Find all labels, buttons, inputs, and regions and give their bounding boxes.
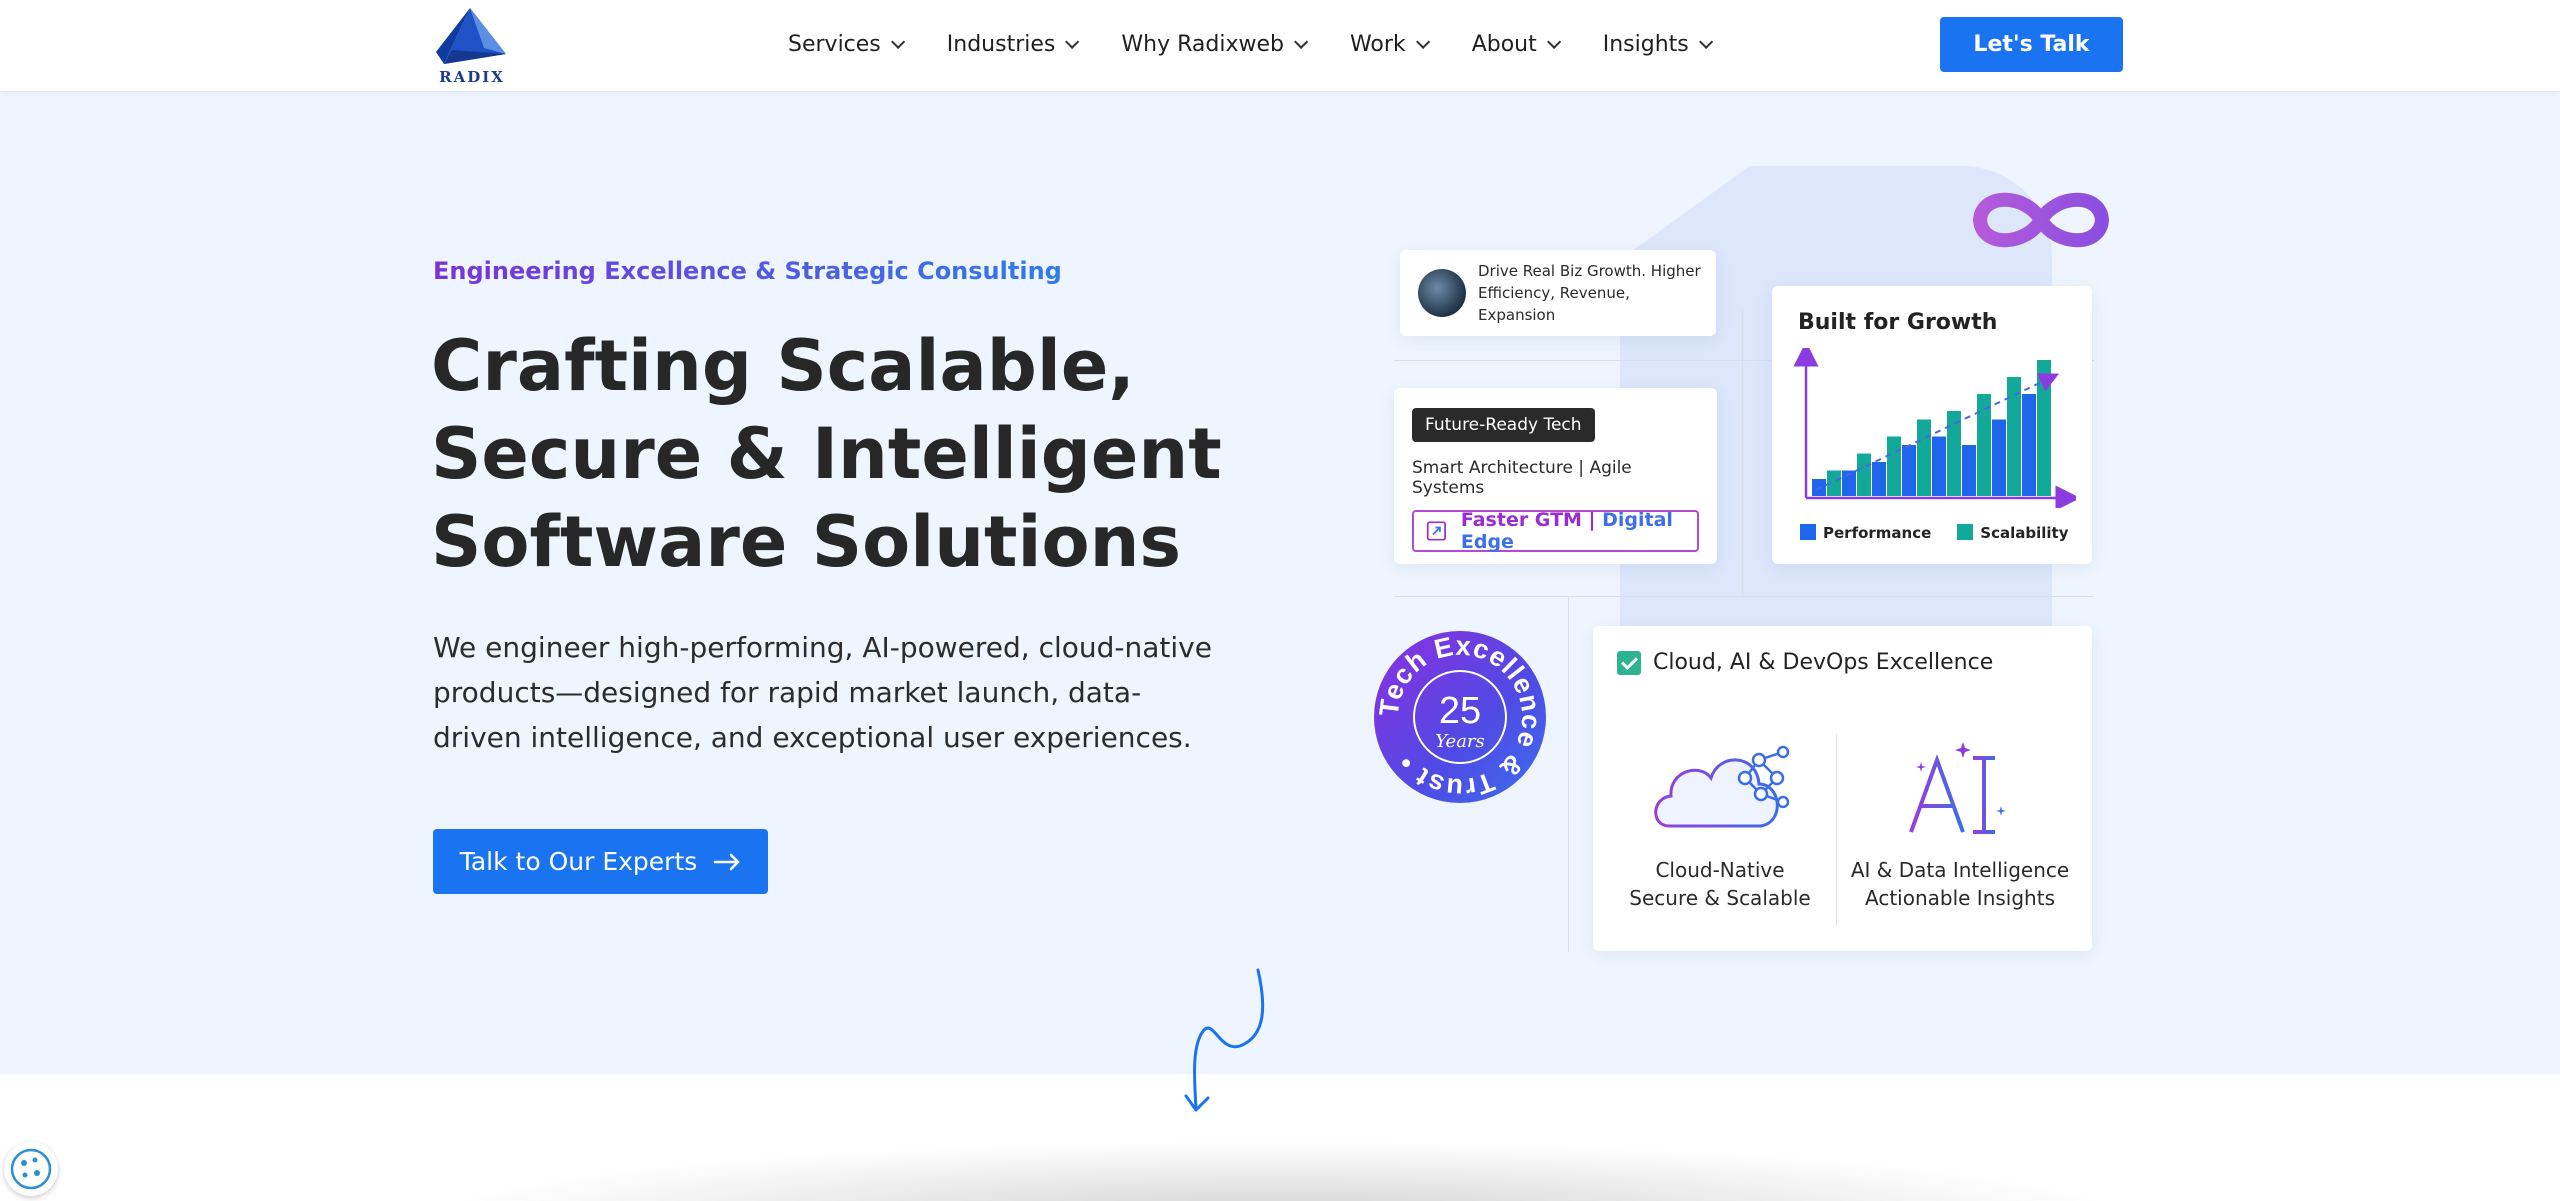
cloud-card-title: Cloud, AI & DevOps Excellence [1653,650,1994,675]
hero-section: Engineering Excellence & Strategic Consu… [0,92,2560,1074]
chevron-down-icon [1546,34,1561,49]
chevron-down-icon [1294,34,1309,49]
chevron-down-icon [1415,34,1430,49]
built-for-growth-card: Built for Growth Performance Scalability [1772,286,2092,564]
bar-scalability-7 [2007,377,2021,496]
cloud-network-icon [1654,745,1790,828]
cloud-native-feature: Cloud-Native Secure & Scalable [1605,856,1835,912]
cloud-native-title: Cloud-Native [1655,858,1785,882]
nav-insights[interactable]: Insights [1602,31,1713,57]
nav-work[interactable]: Work [1349,31,1430,57]
nav-insights-label: Insights [1602,31,1689,57]
pyramid-logo-icon [436,8,506,64]
main-menu: Services Industries Why Radixweb Work Ab… [788,0,1755,88]
grid-divider [1742,310,1743,596]
nav-why-label: Why Radixweb [1121,31,1284,57]
cookie-icon [10,1148,52,1190]
chevron-down-icon [1698,34,1713,49]
scroll-down-arrow-icon [1184,968,1265,1112]
top-navigation: RADIX Services Industries Why Radixweb W… [0,0,2560,92]
faster-gtm-button[interactable]: Faster GTM | Digital Edge [1412,509,1699,553]
bar-performance-5 [1932,436,1946,496]
growth-note-card: Drive Real Biz Growth. Higher Efficiency… [1400,250,1716,336]
cloud-native-subtitle: Secure & Scalable [1629,886,1811,910]
cloud-card-header: Cloud, AI & DevOps Excellence [1617,650,1993,675]
25-years-badge: Tech Excellence & Trust • 25 Years [1374,631,1546,803]
future-tech-pill: Future-Ready Tech [1412,408,1595,442]
grid-divider [1394,596,2094,597]
bar-scalability-3 [1887,436,1901,496]
badge-unit: Years [1435,731,1485,752]
ai-data-subtitle: Actionable Insights [1865,886,2055,910]
legend-performance: Performance [1800,524,1931,542]
headline-line-2: Secure & Intelligent [431,413,1222,495]
cookie-settings-button[interactable] [4,1142,58,1196]
badge-ring: Tech Excellence & Trust • 25 Years [1374,631,1546,804]
infinity-icon [1972,192,2110,248]
bar-scalability-6 [1977,394,1991,496]
avatar [1418,269,1466,317]
arrow-right-icon [713,853,740,870]
bar-performance-6 [1962,445,1976,496]
grid-divider [1568,596,1569,952]
ai-icon [1909,742,2006,834]
talk-to-experts-label: Talk to Our Experts [459,847,698,876]
chart-title: Built for Growth [1798,310,1998,335]
next-section-shadow [420,1140,2140,1201]
nav-work-label: Work [1349,31,1406,57]
external-link-icon [1426,521,1446,541]
future-tech-card: Future-Ready Tech Smart Architecture | A… [1394,388,1717,564]
feature-divider [1836,734,1837,926]
nav-services[interactable]: Services [788,31,905,57]
growth-bar-chart [1793,348,2076,508]
talk-to-experts-button[interactable]: Talk to Our Experts [433,829,768,894]
bar-scalability-8 [2037,360,2051,496]
bar-scalability-5 [1947,411,1961,496]
cloud-ai-devops-card: Cloud, AI & DevOps Excellence Cloud-Nati… [1593,626,2092,951]
architecture-line: Smart Architecture | Agile Systems [1412,458,1632,498]
ai-data-title: AI & Data Intelligence [1850,858,2070,882]
bar-performance-8 [2022,394,2036,496]
bar-performance-3 [1872,462,1886,496]
legend-performance-label: Performance [1823,524,1932,542]
nav-services-label: Services [788,31,881,57]
bar-scalability-4 [1917,419,1931,496]
radix-logo[interactable]: RADIX [432,6,512,86]
nav-why-radixweb[interactable]: Why Radixweb [1121,31,1309,57]
nav-about[interactable]: About [1471,31,1561,57]
badge-number: 25 [1439,690,1481,732]
growth-note-text: Drive Real Biz Growth. Higher Efficiency… [1478,262,1701,324]
legend-scalability-label: Scalability [1980,524,2069,542]
logo-wordmark: RADIX [439,68,505,86]
chevron-down-icon [890,34,905,49]
lets-talk-button[interactable]: Let's Talk [1940,17,2123,72]
chart-legend: Performance Scalability [1800,524,2069,542]
hero-subtext: We engineer high-performing, AI-powered,… [433,631,1212,754]
checkbox-checked-icon [1617,650,1641,675]
nav-industries[interactable]: Industries [946,31,1080,57]
bar-scalability-2 [1857,453,1871,496]
nav-industries-label: Industries [946,31,1056,57]
bar-performance-7 [1992,419,2006,496]
hero-headline: Crafting Scalable, Secure & Intelligent … [431,322,1231,586]
ai-data-feature: AI & Data Intelligence Actionable Insigh… [1845,856,2075,912]
legend-scalability: Scalability [1957,524,2069,542]
faster-gtm-text: Faster GTM | [1460,509,1596,531]
nav-about-label: About [1471,31,1537,57]
bar-performance-4 [1902,445,1916,496]
hero-eyebrow: Engineering Excellence & Strategic Consu… [433,257,1062,285]
headline-line-3: Software Solutions [431,501,1182,583]
chevron-down-icon [1065,34,1080,49]
headline-line-1: Crafting Scalable, [431,325,1135,407]
